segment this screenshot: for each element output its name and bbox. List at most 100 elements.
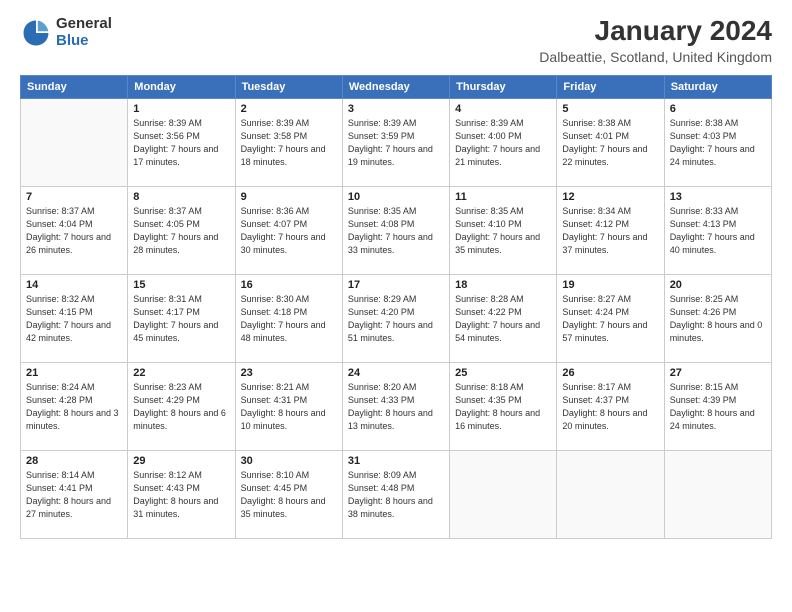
week-row-3: 14 Sunrise: 8:32 AM Sunset: 4:15 PM Dayli…: [21, 274, 772, 362]
day-info-21: Sunrise: 8:24 AM Sunset: 4:28 PM Dayligh…: [26, 381, 122, 433]
cell-0-2: 2 Sunrise: 8:39 AM Sunset: 3:58 PM Daylig…: [235, 98, 342, 186]
day-number-15: 15: [133, 279, 229, 291]
logo-blue: Blue: [56, 33, 112, 50]
day-info-23: Sunrise: 8:21 AM Sunset: 4:31 PM Dayligh…: [241, 381, 337, 433]
cell-2-2: 16 Sunrise: 8:30 AM Sunset: 4:18 PM Dayli…: [235, 274, 342, 362]
cell-0-0: [21, 98, 128, 186]
cell-4-2: 30 Sunrise: 8:10 AM Sunset: 4:45 PM Dayli…: [235, 450, 342, 538]
logo-text: General Blue: [56, 16, 112, 49]
day-number-4: 4: [455, 103, 551, 115]
day-number-26: 26: [562, 367, 658, 379]
cell-4-0: 28Sunrise: 8:14 AM Sunset: 4:41 PM Dayli…: [21, 450, 128, 538]
logo: General Blue: [20, 16, 112, 49]
cell-3-1: 22 Sunrise: 8:23 AM Sunset: 4:29 PM Dayli…: [128, 362, 235, 450]
day-number-21: 21: [26, 367, 122, 379]
day-info-7: Sunrise: 8:37 AM Sunset: 4:04 PM Dayligh…: [26, 205, 122, 257]
day-number-25: 25: [455, 367, 551, 379]
cell-4-6: [664, 450, 771, 538]
cell-1-0: 7 Sunrise: 8:37 AM Sunset: 4:04 PM Daylig…: [21, 186, 128, 274]
day-info-24: Sunrise: 8:20 AM Sunset: 4:33 PM Dayligh…: [348, 381, 444, 433]
cell-3-0: 21 Sunrise: 8:24 AM Sunset: 4:28 PM Dayli…: [21, 362, 128, 450]
day-info-29: Sunrise: 8:12 AM Sunset: 4:43 PM Dayligh…: [133, 469, 229, 521]
day-number-30: 30: [241, 455, 337, 467]
day-number-6: 6: [670, 103, 766, 115]
day-number-8: 8: [133, 191, 229, 203]
logo-general: General: [56, 16, 112, 33]
cell-1-2: 9Sunrise: 8:36 AM Sunset: 4:07 PM Daylig…: [235, 186, 342, 274]
cell-2-3: 17 Sunrise: 8:29 AM Sunset: 4:20 PM Dayli…: [342, 274, 449, 362]
day-number-9: 9: [241, 191, 337, 203]
cell-0-1: 1 Sunrise: 8:39 AM Sunset: 3:56 PM Daylig…: [128, 98, 235, 186]
cell-4-4: [450, 450, 557, 538]
day-info-22: Sunrise: 8:23 AM Sunset: 4:29 PM Dayligh…: [133, 381, 229, 433]
day-number-22: 22: [133, 367, 229, 379]
day-info-4: Sunrise: 8:39 AM Sunset: 4:00 PM Dayligh…: [455, 117, 551, 169]
cell-1-6: 13Sunrise: 8:33 AM Sunset: 4:13 PM Dayli…: [664, 186, 771, 274]
calendar-header-row: Sunday Monday Tuesday Wednesday Thursday…: [21, 75, 772, 98]
cell-3-3: 24 Sunrise: 8:20 AM Sunset: 4:33 PM Dayli…: [342, 362, 449, 450]
cell-4-3: 31 Sunrise: 8:09 AM Sunset: 4:48 PM Dayli…: [342, 450, 449, 538]
day-number-29: 29: [133, 455, 229, 467]
day-info-13: Sunrise: 8:33 AM Sunset: 4:13 PM Dayligh…: [670, 205, 766, 257]
day-info-3: Sunrise: 8:39 AM Sunset: 3:59 PM Dayligh…: [348, 117, 444, 169]
cell-3-4: 25 Sunrise: 8:18 AM Sunset: 4:35 PM Dayli…: [450, 362, 557, 450]
day-number-3: 3: [348, 103, 444, 115]
day-number-12: 12: [562, 191, 658, 203]
day-info-16: Sunrise: 8:30 AM Sunset: 4:18 PM Dayligh…: [241, 293, 337, 345]
calendar-table: Sunday Monday Tuesday Wednesday Thursday…: [20, 75, 772, 539]
day-info-18: Sunrise: 8:28 AM Sunset: 4:22 PM Dayligh…: [455, 293, 551, 345]
day-info-12: Sunrise: 8:34 AM Sunset: 4:12 PM Dayligh…: [562, 205, 658, 257]
week-row-2: 7 Sunrise: 8:37 AM Sunset: 4:04 PM Daylig…: [21, 186, 772, 274]
cell-0-6: 6Sunrise: 8:38 AM Sunset: 4:03 PM Daylig…: [664, 98, 771, 186]
cell-0-4: 4 Sunrise: 8:39 AM Sunset: 4:00 PM Daylig…: [450, 98, 557, 186]
col-sunday: Sunday: [21, 75, 128, 98]
cell-3-2: 23 Sunrise: 8:21 AM Sunset: 4:31 PM Dayli…: [235, 362, 342, 450]
day-info-17: Sunrise: 8:29 AM Sunset: 4:20 PM Dayligh…: [348, 293, 444, 345]
day-number-1: 1: [133, 103, 229, 115]
cell-2-5: 19 Sunrise: 8:27 AM Sunset: 4:24 PM Dayli…: [557, 274, 664, 362]
cell-1-4: 11Sunrise: 8:35 AM Sunset: 4:10 PM Dayli…: [450, 186, 557, 274]
cell-3-6: 27Sunrise: 8:15 AM Sunset: 4:39 PM Dayli…: [664, 362, 771, 450]
day-info-28: Sunrise: 8:14 AM Sunset: 4:41 PM Dayligh…: [26, 469, 122, 521]
cell-2-0: 14 Sunrise: 8:32 AM Sunset: 4:15 PM Dayli…: [21, 274, 128, 362]
day-number-23: 23: [241, 367, 337, 379]
cell-2-4: 18 Sunrise: 8:28 AM Sunset: 4:22 PM Dayli…: [450, 274, 557, 362]
day-number-17: 17: [348, 279, 444, 291]
day-info-26: Sunrise: 8:17 AM Sunset: 4:37 PM Dayligh…: [562, 381, 658, 433]
cell-4-1: 29 Sunrise: 8:12 AM Sunset: 4:43 PM Dayli…: [128, 450, 235, 538]
cell-2-1: 15Sunrise: 8:31 AM Sunset: 4:17 PM Dayli…: [128, 274, 235, 362]
day-number-24: 24: [348, 367, 444, 379]
cell-2-6: 20Sunrise: 8:25 AM Sunset: 4:26 PM Dayli…: [664, 274, 771, 362]
day-info-2: Sunrise: 8:39 AM Sunset: 3:58 PM Dayligh…: [241, 117, 337, 169]
day-info-30: Sunrise: 8:10 AM Sunset: 4:45 PM Dayligh…: [241, 469, 337, 521]
week-row-1: 1 Sunrise: 8:39 AM Sunset: 3:56 PM Daylig…: [21, 98, 772, 186]
col-saturday: Saturday: [664, 75, 771, 98]
cell-1-3: 10Sunrise: 8:35 AM Sunset: 4:08 PM Dayli…: [342, 186, 449, 274]
header: General Blue January 2024 Dalbeattie, Sc…: [20, 16, 772, 65]
cell-0-3: 3 Sunrise: 8:39 AM Sunset: 3:59 PM Daylig…: [342, 98, 449, 186]
day-number-11: 11: [455, 191, 551, 203]
day-number-16: 16: [241, 279, 337, 291]
day-number-31: 31: [348, 455, 444, 467]
day-number-14: 14: [26, 279, 122, 291]
week-row-4: 21 Sunrise: 8:24 AM Sunset: 4:28 PM Dayli…: [21, 362, 772, 450]
col-thursday: Thursday: [450, 75, 557, 98]
col-friday: Friday: [557, 75, 664, 98]
day-info-19: Sunrise: 8:27 AM Sunset: 4:24 PM Dayligh…: [562, 293, 658, 345]
day-info-8: Sunrise: 8:37 AM Sunset: 4:05 PM Dayligh…: [133, 205, 229, 257]
day-info-14: Sunrise: 8:32 AM Sunset: 4:15 PM Dayligh…: [26, 293, 122, 345]
day-info-31: Sunrise: 8:09 AM Sunset: 4:48 PM Dayligh…: [348, 469, 444, 521]
col-tuesday: Tuesday: [235, 75, 342, 98]
col-monday: Monday: [128, 75, 235, 98]
cell-4-5: [557, 450, 664, 538]
day-info-25: Sunrise: 8:18 AM Sunset: 4:35 PM Dayligh…: [455, 381, 551, 433]
day-number-19: 19: [562, 279, 658, 291]
title-block: January 2024 Dalbeattie, Scotland, Unite…: [539, 16, 772, 65]
day-number-7: 7: [26, 191, 122, 203]
day-number-2: 2: [241, 103, 337, 115]
day-number-5: 5: [562, 103, 658, 115]
day-info-20: Sunrise: 8:25 AM Sunset: 4:26 PM Dayligh…: [670, 293, 766, 345]
day-info-1: Sunrise: 8:39 AM Sunset: 3:56 PM Dayligh…: [133, 117, 229, 169]
week-row-5: 28Sunrise: 8:14 AM Sunset: 4:41 PM Dayli…: [21, 450, 772, 538]
day-number-18: 18: [455, 279, 551, 291]
